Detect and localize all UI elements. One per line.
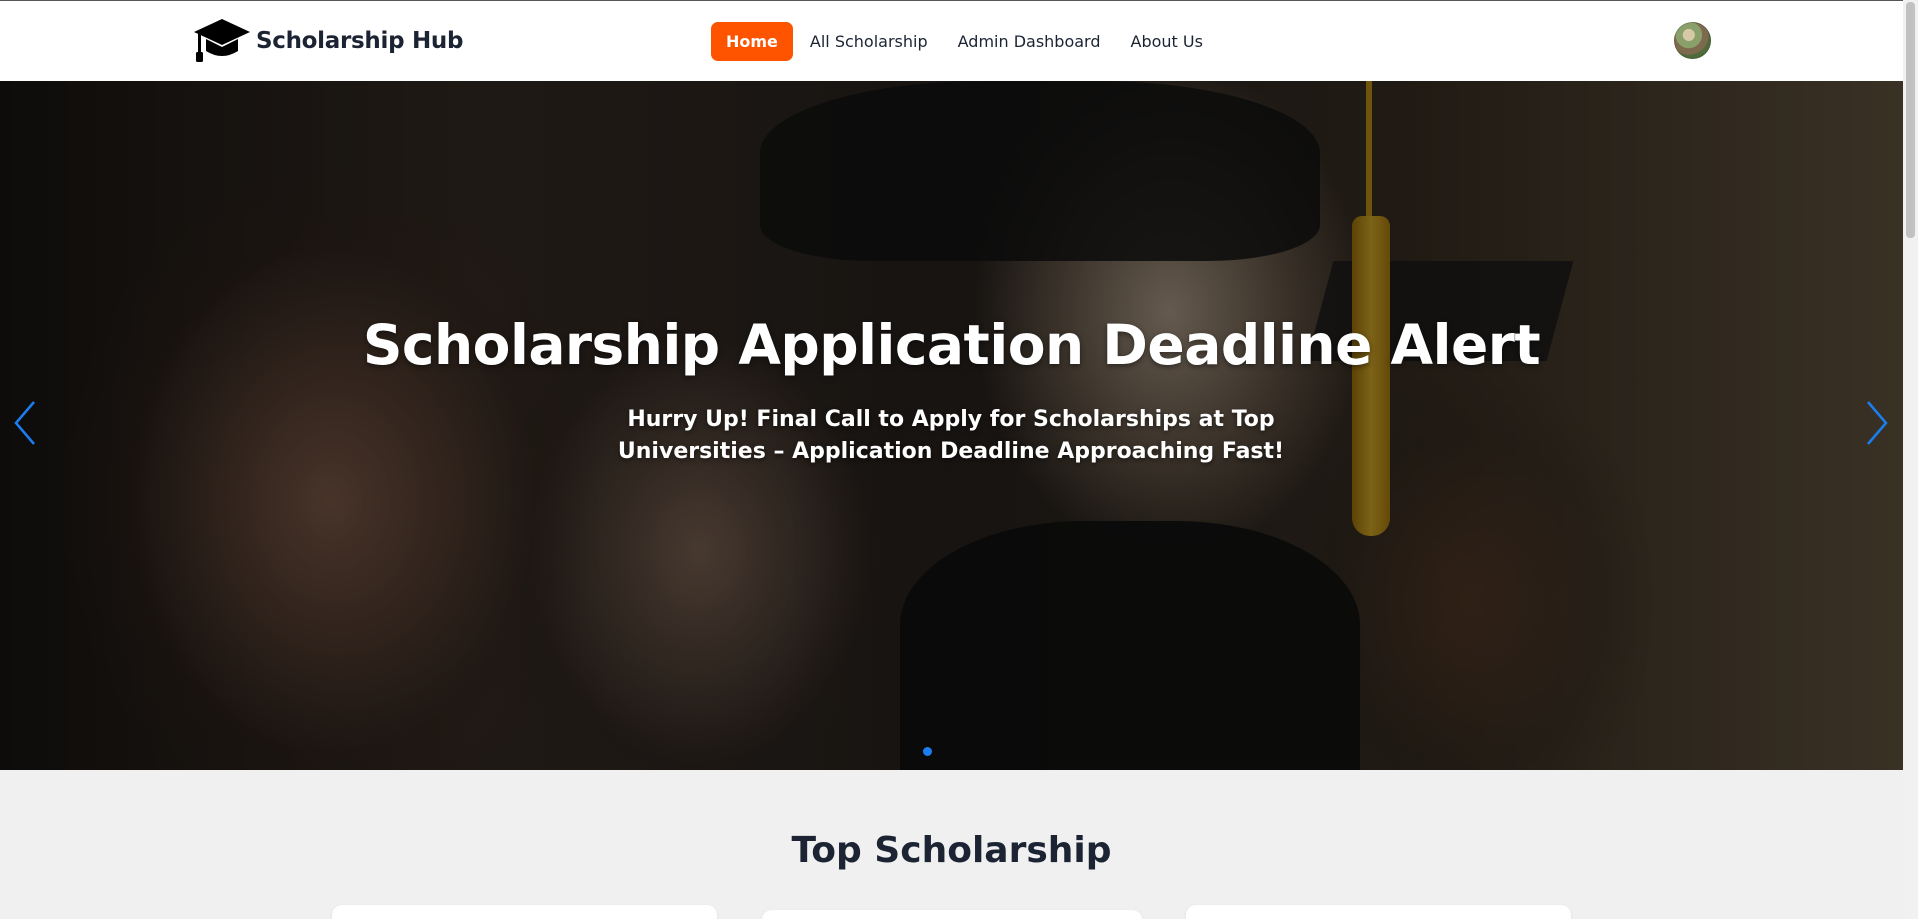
chevron-left-icon bbox=[14, 401, 35, 445]
section-title: Top Scholarship bbox=[791, 830, 1112, 871]
brand-name: Scholarship Hub bbox=[256, 28, 464, 54]
page: Scholarship Hub Home All Scholarship Adm… bbox=[0, 0, 1918, 919]
graduation-cap-icon bbox=[192, 15, 252, 67]
carousel-next-button[interactable] bbox=[1862, 398, 1892, 448]
nav-all-scholarship[interactable]: All Scholarship bbox=[795, 22, 943, 61]
scrollbar-thumb[interactable] bbox=[1906, 2, 1915, 238]
scholarship-card[interactable] bbox=[1186, 905, 1571, 919]
main-nav: Home All Scholarship Admin Dashboard Abo… bbox=[711, 22, 1218, 61]
page-scrollbar[interactable] bbox=[1903, 0, 1918, 919]
hero-carousel: Scholarship Application Deadline Alert H… bbox=[0, 81, 1903, 770]
carousel-prev-button[interactable] bbox=[10, 398, 40, 448]
nav-admin-dashboard[interactable]: Admin Dashboard bbox=[943, 22, 1116, 61]
hero-title: Scholarship Application Deadline Alert bbox=[362, 313, 1541, 377]
scholarship-card[interactable] bbox=[762, 910, 1142, 919]
scholarship-card[interactable] bbox=[332, 905, 717, 919]
user-avatar[interactable] bbox=[1674, 22, 1711, 59]
carousel-indicator-dot[interactable] bbox=[923, 747, 932, 756]
nav-home[interactable]: Home bbox=[711, 22, 793, 61]
chevron-right-icon bbox=[1867, 401, 1888, 445]
nav-about-us[interactable]: About Us bbox=[1116, 22, 1218, 61]
hero-subtitle: Hurry Up! Final Call to Apply for Schola… bbox=[617, 407, 1285, 464]
navbar: Scholarship Hub Home All Scholarship Adm… bbox=[0, 1, 1903, 82]
brand-logo-link[interactable]: Scholarship Hub bbox=[192, 15, 463, 67]
